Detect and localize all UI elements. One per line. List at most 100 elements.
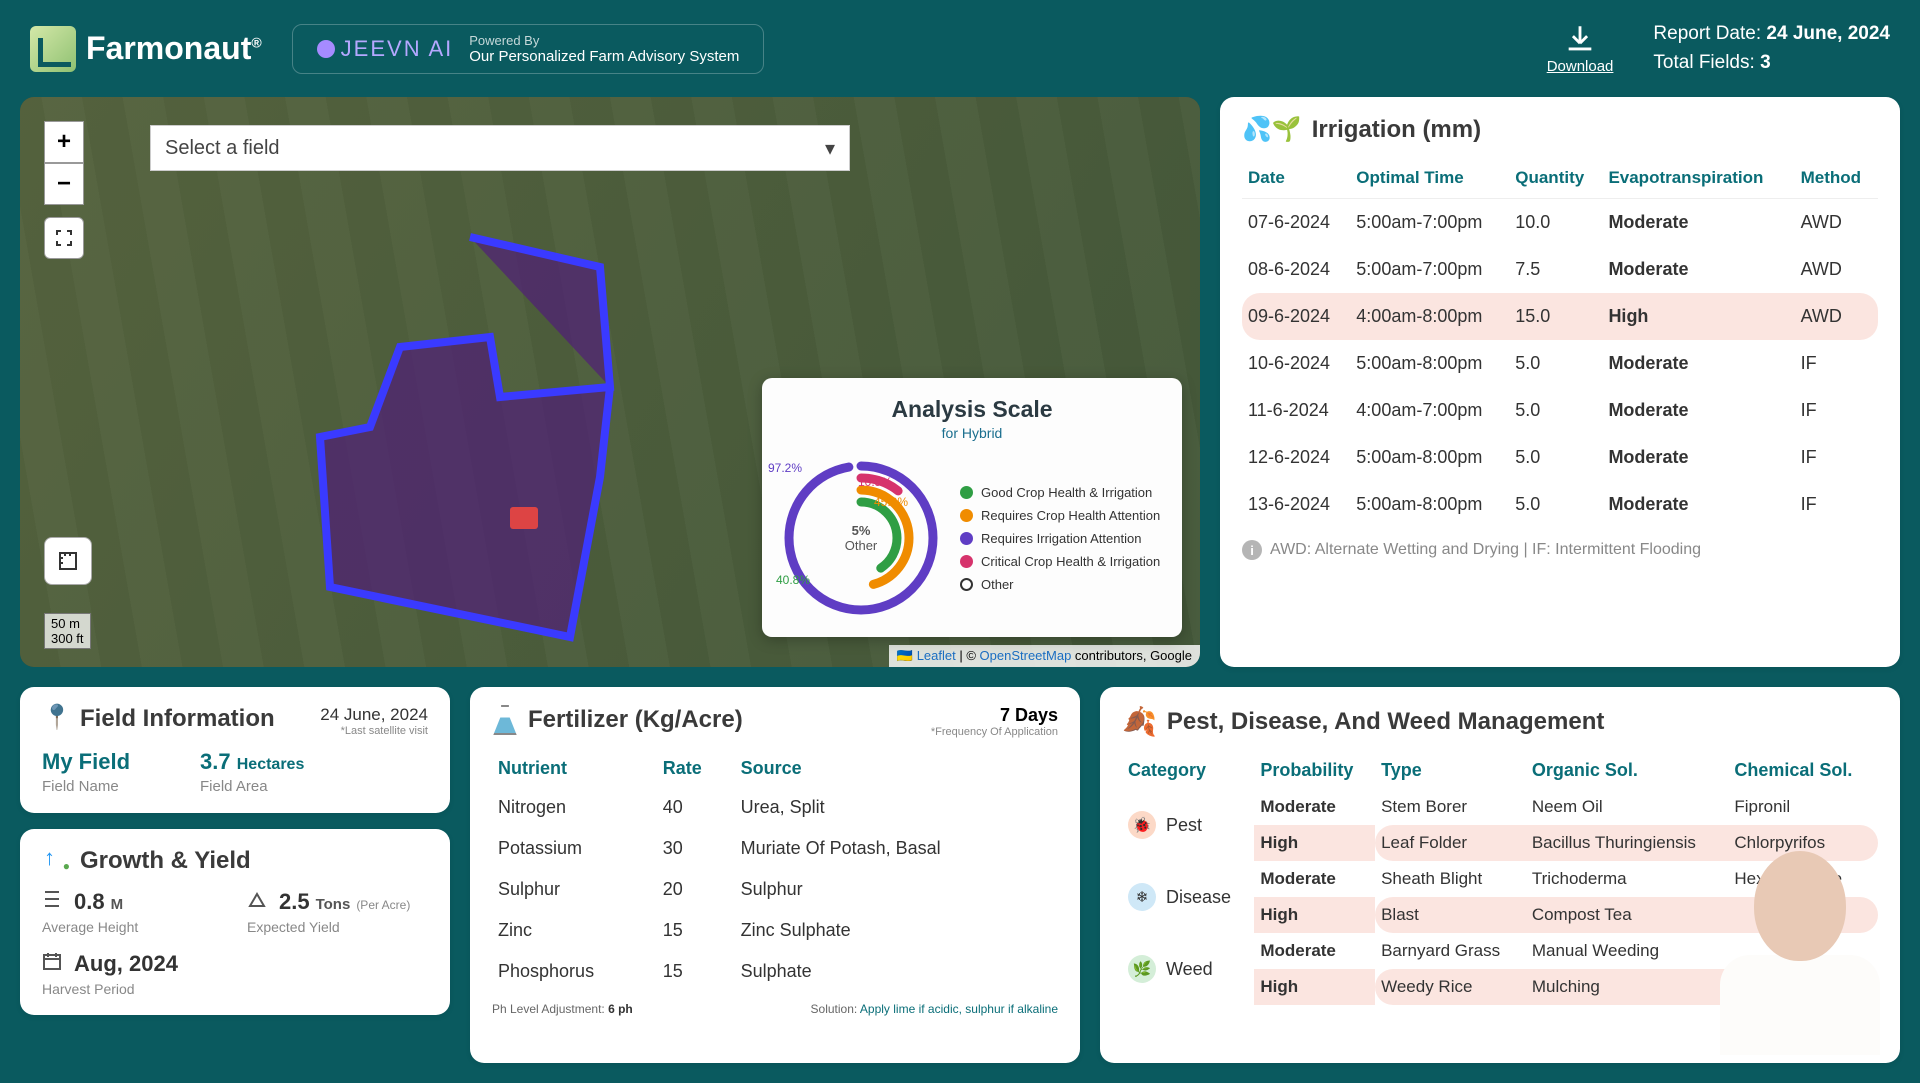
irrigation-icon: 💦🌱 — [1242, 115, 1302, 144]
probability-cell: High — [1254, 897, 1375, 933]
info-icon: i — [1242, 540, 1262, 560]
legend-dot — [960, 486, 973, 499]
height-label: Average Height — [42, 919, 223, 935]
osm-link[interactable]: OpenStreetMap — [980, 648, 1072, 663]
field-select-dropdown[interactable]: Select a field ▾ — [150, 125, 850, 171]
map-zoom-controls: + − — [44, 121, 84, 259]
report-date-label: Report Date: — [1653, 23, 1766, 44]
zoom-out-button[interactable]: − — [44, 163, 84, 205]
irrigation-row: 12-6-20245:00am-8:00pm5.0ModerateIF — [1242, 434, 1878, 481]
method-cell: AWD — [1795, 199, 1878, 247]
category-name: Pest — [1166, 815, 1202, 836]
table-cell: Zinc — [492, 910, 657, 951]
zoom-in-button[interactable]: + — [44, 121, 84, 163]
flask-icon — [492, 705, 518, 735]
brand-sup: ® — [251, 34, 261, 50]
fertilizer-freq: 7 Days — [1000, 705, 1058, 725]
table-cell: 15.0 — [1509, 293, 1602, 340]
table-cell: Zinc Sulphate — [735, 910, 1058, 951]
map-scale: 50 m 300 ft — [44, 613, 91, 649]
growth-yield-card: Growth & Yield 0.8MAverage Height 2.5Ton… — [20, 829, 450, 1015]
yield-icon — [247, 889, 267, 909]
table-cell: Manual Weeding — [1526, 933, 1729, 969]
table-cell: Sulphur — [735, 869, 1058, 910]
analysis-legend: Good Crop Health & IrrigationRequires Cr… — [960, 477, 1168, 600]
table-cell: 40 — [657, 787, 735, 828]
table-cell: Sulphur — [492, 869, 657, 910]
table-cell: Phosphorus — [492, 951, 657, 992]
growth-title: Growth & Yield — [80, 847, 251, 875]
field-info-card: Field Information 24 June, 2024*Last sat… — [20, 687, 450, 813]
pest-col: Organic Sol. — [1526, 752, 1729, 789]
field-area-unit: Hectares — [237, 756, 305, 773]
table-cell: 15 — [657, 910, 735, 951]
table-cell: 5:00am-8:00pm — [1350, 340, 1509, 387]
legend-dot — [960, 555, 973, 568]
fertilizer-card: Fertilizer (Kg/Acre) 7 Days*Frequency Of… — [470, 687, 1080, 1063]
table-cell: Potassium — [492, 828, 657, 869]
table-cell: 5:00am-8:00pm — [1350, 481, 1509, 528]
yield-value: 2.5 — [279, 889, 310, 915]
table-cell: 5:00am-7:00pm — [1350, 246, 1509, 293]
harvest-value: Aug, 2024 — [74, 951, 178, 977]
evap-cell: Moderate — [1602, 434, 1794, 481]
legend-item: Good Crop Health & Irrigation — [960, 485, 1168, 500]
report-info: Report Date: 24 June, 2024 Total Fields:… — [1653, 20, 1890, 77]
powered-by-label: Powered By — [469, 33, 739, 48]
probability-cell: High — [1254, 969, 1375, 1005]
irrigation-note: i AWD: Alternate Wetting and Drying | IF:… — [1242, 540, 1878, 560]
header: Farmonaut® JEEVN AI Powered By Our Perso… — [0, 0, 1920, 97]
legend-text: Other — [981, 577, 1014, 592]
height-value: 0.8 — [74, 889, 105, 915]
method-cell: AWD — [1795, 246, 1878, 293]
legend-dot — [960, 532, 973, 545]
method-cell: AWD — [1795, 293, 1878, 340]
pest-col: Category — [1122, 752, 1254, 789]
field-polygon — [300, 227, 780, 667]
table-cell: Muriate Of Potash, Basal — [735, 828, 1058, 869]
irrigation-col: Optimal Time — [1350, 158, 1509, 199]
method-cell: IF — [1795, 481, 1878, 528]
table-cell: 10.0 — [1509, 199, 1602, 247]
evap-cell: Moderate — [1602, 340, 1794, 387]
jeevn-logo-text: JEEVN AI — [341, 36, 454, 62]
pest-col: Chemical Sol. — [1728, 752, 1878, 789]
evap-cell: Moderate — [1602, 481, 1794, 528]
table-cell: Compost Tea — [1526, 897, 1729, 933]
legend-item: Critical Crop Health & Irrigation — [960, 554, 1168, 569]
table-cell: 11-6-2024 — [1242, 387, 1350, 434]
method-cell: IF — [1795, 340, 1878, 387]
jeevn-logo: JEEVN AI — [317, 36, 454, 62]
donut-label-red: 10.5% — [858, 475, 892, 489]
fullscreen-icon — [55, 229, 73, 247]
map-panel[interactable]: + − Select a field ▾ 50 m 300 ft 🇺🇦 Leaf… — [20, 97, 1200, 667]
leaflet-link[interactable]: Leaflet — [917, 648, 956, 663]
table-cell: 5.0 — [1509, 340, 1602, 387]
jeevn-circle-icon — [317, 40, 335, 58]
probability-cell: Moderate — [1254, 789, 1375, 825]
table-cell: 07-6-2024 — [1242, 199, 1350, 247]
category-cell: 🐞Pest — [1122, 789, 1254, 861]
irrigation-note-text: AWD: Alternate Wetting and Drying | IF: … — [1270, 541, 1701, 559]
field-select-placeholder: Select a field — [165, 137, 280, 160]
calendar-icon — [42, 951, 62, 971]
irrigation-table: DateOptimal TimeQuantityEvapotranspirati… — [1242, 158, 1878, 528]
analysis-title: Analysis Scale — [776, 396, 1168, 423]
irrigation-col: Quantity — [1509, 158, 1602, 199]
table-cell: Stem Borer — [1375, 789, 1526, 825]
fullscreen-button[interactable] — [44, 217, 84, 259]
irrigation-card: 💦🌱Irrigation (mm) DateOptimal TimeQuanti… — [1220, 97, 1900, 667]
download-button[interactable]: Download — [1547, 22, 1614, 75]
pest-title: Pest, Disease, And Weed Management — [1167, 708, 1604, 736]
irrigation-row: 13-6-20245:00am-8:00pm5.0ModerateIF — [1242, 481, 1878, 528]
irrigation-col: Date — [1242, 158, 1350, 199]
legend-dot — [960, 509, 973, 522]
evap-cell: Moderate — [1602, 246, 1794, 293]
table-cell: 5.0 — [1509, 481, 1602, 528]
fertilizer-col: Rate — [657, 750, 735, 787]
measure-button[interactable] — [44, 537, 92, 585]
table-cell: 13-6-2024 — [1242, 481, 1350, 528]
chevron-down-icon: ▾ — [825, 136, 835, 161]
download-icon — [1563, 22, 1597, 56]
irrigation-row: 08-6-20245:00am-7:00pm7.5ModerateAWD — [1242, 246, 1878, 293]
